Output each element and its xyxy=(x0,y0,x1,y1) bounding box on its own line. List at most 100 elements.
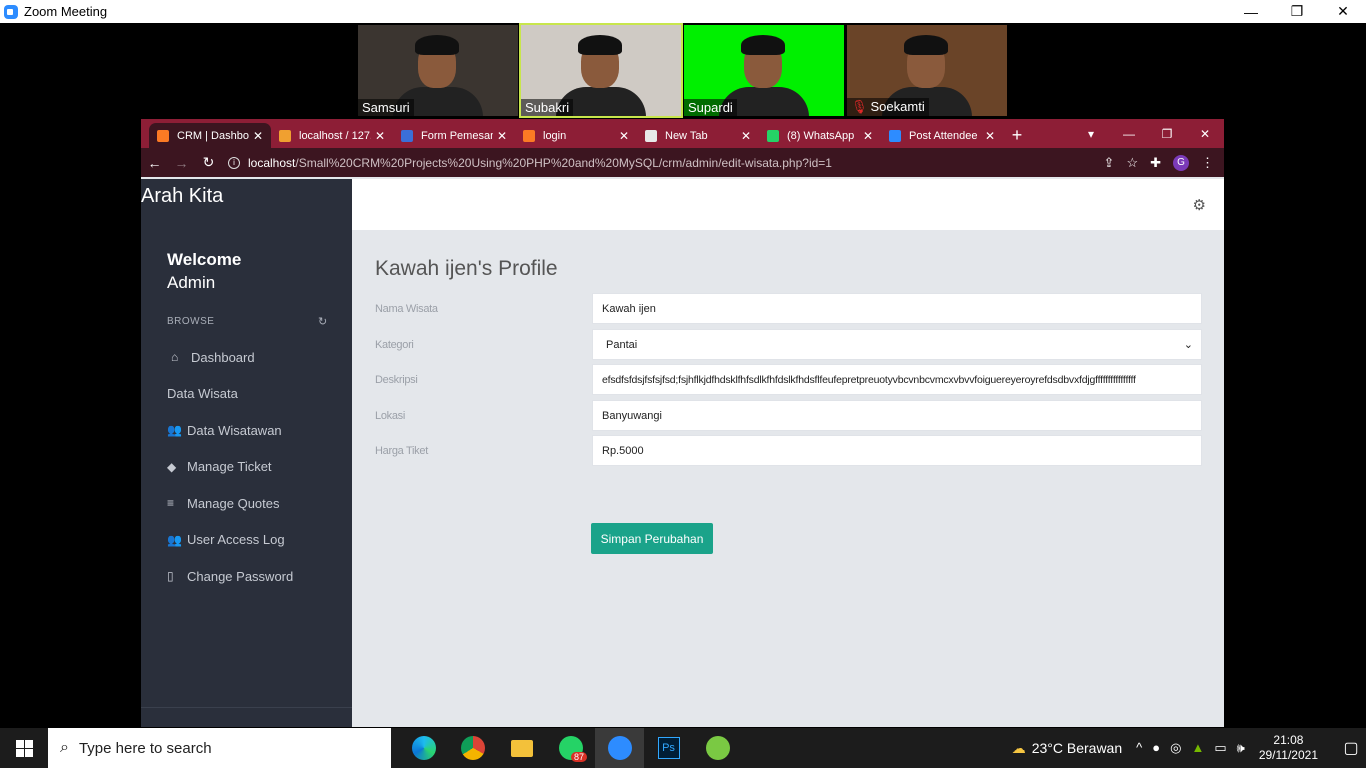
sidebar-item[interactable]: ▯ Change Password xyxy=(167,558,293,595)
forward-icon[interactable]: → xyxy=(168,155,195,171)
tab-close-icon[interactable]: ✕ xyxy=(619,129,629,143)
sidebar: Arah Kita Welcome Admin BROWSE ↻ ⌂ Dashbo… xyxy=(141,179,352,727)
video-tile[interactable]: 🎙 Soekamti xyxy=(847,25,1007,116)
participant-hair xyxy=(904,35,948,55)
extensions-icon[interactable]: ✚ xyxy=(1150,155,1161,171)
camera-icon[interactable]: ◎ xyxy=(1170,740,1181,756)
tab-search-icon[interactable]: ▾ xyxy=(1072,127,1110,141)
zoom-icon[interactable] xyxy=(595,728,644,768)
volume-icon[interactable]: 🕪 xyxy=(1237,740,1245,756)
back-icon[interactable]: ← xyxy=(141,155,168,171)
harga-label: Harga Tiket xyxy=(375,444,428,457)
sidebar-item-label: Manage Ticket xyxy=(187,459,272,475)
close-button[interactable]: ✕ xyxy=(1186,127,1224,141)
participant-hair xyxy=(578,35,622,55)
sidebar-item-label: User Access Log xyxy=(187,532,285,548)
sidebar-item-label: Data Wisata xyxy=(167,386,238,402)
top-header: ⚙ xyxy=(352,179,1224,230)
close-button[interactable]: ✕ xyxy=(1320,0,1366,23)
tab-close-icon[interactable]: ✕ xyxy=(985,129,995,143)
mic-muted-icon: 🎙 xyxy=(851,99,868,114)
restore-button[interactable]: ❐ xyxy=(1274,0,1320,23)
share-icon[interactable]: ⇪ xyxy=(1104,155,1115,171)
participant-hair xyxy=(415,35,459,55)
video-tile[interactable]: Subakri xyxy=(519,23,683,118)
edge-icon[interactable] xyxy=(399,728,448,768)
nama-input[interactable]: Kawah ijen xyxy=(592,293,1202,324)
whatsapp-icon[interactable]: 87 xyxy=(546,728,595,768)
tab-label: (8) WhatsApp xyxy=(787,129,855,142)
browser-window: CRM | Dashboard✕localhost / 127.0.0.1✕Fo… xyxy=(141,119,1224,727)
battery-icon[interactable]: ▭ xyxy=(1214,740,1226,756)
start-button[interactable] xyxy=(0,728,48,768)
sidebar-item[interactable]: ⌂ Dashboard xyxy=(167,339,293,376)
tab-close-icon[interactable]: ✕ xyxy=(253,129,263,143)
tab-label: New Tab xyxy=(665,129,708,142)
form-row-kategori: Kategori Pantai ⌄ xyxy=(375,329,1202,360)
browser-tab[interactable]: localhost / 127.0.0.1 ✕ xyxy=(271,123,393,148)
chevron-up-icon[interactable]: ^ xyxy=(1136,740,1142,756)
browser-tab[interactable]: Form Pemesanan ✕ xyxy=(393,123,515,148)
chrome-icon[interactable] xyxy=(448,728,497,768)
file-explorer-icon[interactable] xyxy=(497,728,546,768)
form-row-lokasi: Lokasi Banyuwangi xyxy=(375,400,1202,431)
reload-icon[interactable]: ↻ xyxy=(195,154,222,171)
tab-close-icon[interactable]: ✕ xyxy=(741,129,751,143)
users-icon: 👥 xyxy=(167,423,182,438)
sidebar-item[interactable]: 👥 User Access Log xyxy=(167,522,293,559)
photoshop-icon[interactable]: Ps xyxy=(644,728,693,768)
info-icon[interactable]: i xyxy=(228,156,240,169)
video-strip: Samsuri Subakri Supardi 🎙 Soekamti xyxy=(358,23,1007,118)
video-tile[interactable]: Samsuri xyxy=(358,25,518,116)
menu-kebab-icon[interactable]: ⋮ xyxy=(1201,155,1214,171)
sidebar-item[interactable]: 👥 Data Wisatawan xyxy=(167,412,293,449)
minimize-button[interactable]: — xyxy=(1228,0,1274,23)
microphone-icon[interactable]: ● xyxy=(1152,740,1160,756)
sidebar-item[interactable]: ≡ Manage Quotes xyxy=(167,485,293,522)
participant-name-text: Supardi xyxy=(688,100,733,115)
deskripsi-input[interactable]: efsdfsfdsjfsfsjfsd;fsjhflkjdfhdsklfhfsdl… xyxy=(592,364,1202,395)
new-tab-button[interactable]: + xyxy=(1003,123,1031,148)
kategori-select[interactable]: Pantai ⌄ xyxy=(592,329,1202,360)
profile-avatar[interactable]: G xyxy=(1173,154,1189,171)
kategori-label: Kategori xyxy=(375,338,414,351)
refresh-icon[interactable]: ↻ xyxy=(318,315,327,328)
sidebar-item[interactable]: ◆ Manage Ticket xyxy=(167,449,293,486)
brand-title[interactable]: Arah Kita xyxy=(141,179,352,230)
weather-widget[interactable]: ☁ 23°C Berawan xyxy=(1012,740,1122,757)
browser-tab[interactable]: Post Attendee ✕ xyxy=(881,123,1003,148)
tab-close-icon[interactable]: ✕ xyxy=(497,129,507,143)
bookmark-star-icon[interactable]: ☆ xyxy=(1126,155,1138,171)
corel-icon[interactable] xyxy=(693,728,742,768)
sidebar-item[interactable]: Data Wisata xyxy=(167,376,293,413)
participant-hair xyxy=(741,35,785,55)
tab-close-icon[interactable]: ✕ xyxy=(863,129,873,143)
home-icon: ⌂ xyxy=(171,350,179,365)
browser-tab[interactable]: CRM | Dashboard ✕ xyxy=(149,123,271,148)
url-field[interactable]: i localhost/Small%20CRM%20Projects%20Usi… xyxy=(228,156,1104,170)
browser-tab[interactable]: New Tab ✕ xyxy=(637,123,759,148)
notification-icon[interactable]: ▢ xyxy=(1336,738,1366,758)
zoom-logo-icon xyxy=(4,4,18,19)
clock[interactable]: 21:08 29/11/2021 xyxy=(1259,733,1318,763)
nvidia-icon[interactable]: ▲ xyxy=(1191,740,1204,756)
taskbar-search[interactable]: ⌕ Type here to search xyxy=(48,728,391,768)
browser-tab[interactable]: (8) WhatsApp ✕ xyxy=(759,123,881,148)
tab-label: Form Pemesanan xyxy=(421,129,493,142)
lokasi-input[interactable]: Banyuwangi xyxy=(592,400,1202,431)
tab-favicon-icon xyxy=(767,129,779,142)
video-tile[interactable]: Supardi xyxy=(684,25,844,116)
save-button[interactable]: Simpan Perubahan xyxy=(591,523,713,554)
tab-favicon-icon xyxy=(401,129,413,142)
window-controls: — ❐ ✕ xyxy=(1228,0,1366,23)
browser-tab[interactable]: login ✕ xyxy=(515,123,637,148)
gear-icon[interactable]: ⚙ xyxy=(1193,196,1206,214)
address-bar: ← → ↻ i localhost/Small%20CRM%20Projects… xyxy=(141,148,1224,177)
minimize-button[interactable]: — xyxy=(1110,127,1148,141)
participant-name: Subakri xyxy=(521,99,574,116)
users-icon: 👥 xyxy=(167,532,182,547)
harga-input[interactable]: Rp.5000 xyxy=(592,435,1202,466)
url-path: /Small%20CRM%20Projects%20Using%20PHP%20… xyxy=(295,155,832,170)
restore-button[interactable]: ❐ xyxy=(1148,127,1186,141)
tab-close-icon[interactable]: ✕ xyxy=(375,129,385,143)
